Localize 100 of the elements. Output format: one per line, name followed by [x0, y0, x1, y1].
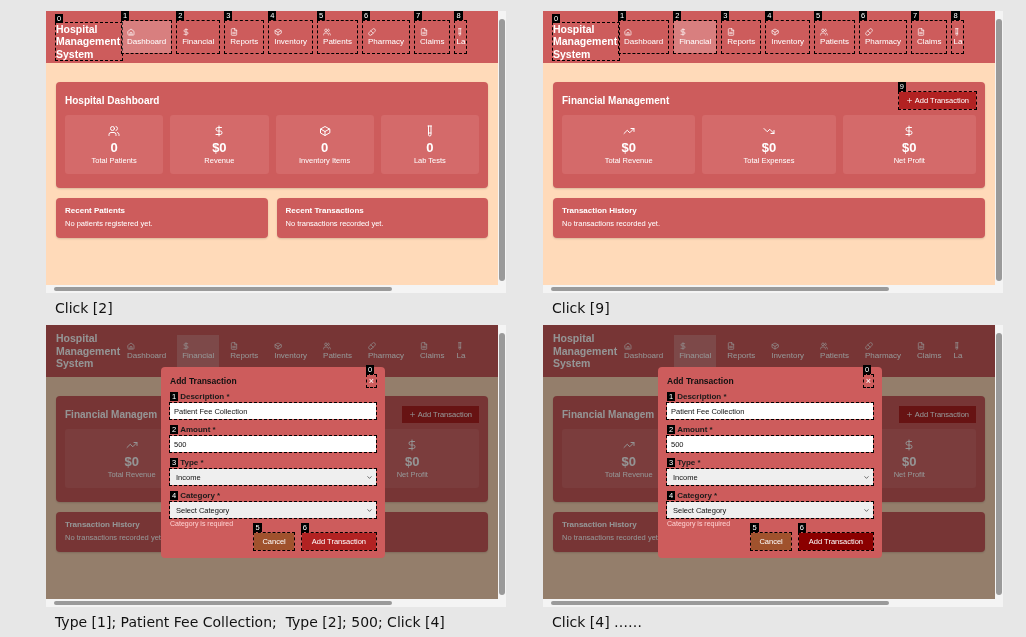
dialog-title: Add Transaction — [170, 376, 237, 386]
nav-tab[interactable]: La — [952, 335, 964, 367]
stat-value: 0 — [426, 139, 434, 155]
dollar-icon — [182, 28, 191, 36]
nav-tab[interactable]: Claims — [415, 21, 450, 53]
stat-value: $0 — [124, 453, 139, 469]
box-icon — [771, 342, 780, 350]
test-tube-icon — [953, 28, 962, 36]
nav-tab[interactable]: Pharmacy — [363, 335, 409, 367]
nav-tab[interactable]: Claims — [415, 335, 450, 367]
close-button[interactable]: × — [367, 375, 376, 387]
document-icon — [727, 342, 736, 350]
stat-value: $0 — [902, 139, 917, 155]
section-title: Financial Managem — [562, 408, 655, 420]
section-title: Financial Management — [562, 94, 670, 106]
nav-tab[interactable]: Inventory — [766, 21, 810, 53]
dollar-icon — [679, 342, 688, 350]
document-icon — [230, 342, 239, 350]
stat-value: $0 — [621, 139, 636, 155]
chevron-down-icon — [863, 506, 870, 514]
house-icon — [624, 28, 632, 36]
dollar-icon — [182, 342, 191, 350]
box-icon — [771, 28, 780, 36]
field-label: Category * — [677, 491, 718, 500]
nav-tab[interactable]: Claims — [912, 335, 947, 367]
field-label: Amount * — [677, 425, 713, 434]
field-label: Type * — [677, 458, 701, 467]
stat-value: $0 — [621, 453, 636, 469]
house-icon — [624, 342, 632, 350]
document-icon — [727, 28, 736, 36]
nav-tab[interactable]: Patients — [815, 335, 854, 367]
step-caption: Click [2] — [54, 299, 114, 318]
dollar-icon — [903, 124, 916, 137]
nav-tab[interactable]: Reports — [722, 335, 761, 367]
card-title: Transaction History — [562, 206, 637, 215]
dollar-icon — [903, 438, 916, 451]
app-title: Hospital Management System — [56, 332, 122, 370]
nav-tab[interactable]: La — [952, 21, 964, 53]
box-icon — [274, 342, 283, 350]
nav-tab[interactable]: Dashboard — [619, 21, 669, 53]
nav-tab[interactable]: La — [455, 21, 467, 53]
nav-tab[interactable]: Financial — [177, 21, 220, 53]
field-label: Description * — [180, 392, 230, 401]
dollar-icon — [213, 124, 226, 137]
chevron-down-icon — [366, 473, 373, 481]
nav-tab[interactable]: Dashboard — [122, 335, 172, 367]
nav-tab[interactable]: La — [455, 335, 467, 367]
field-label: Type * — [180, 458, 204, 467]
plus-icon — [905, 410, 913, 418]
app-title: Hospital Management System — [553, 332, 619, 370]
horizontal-scrollbar[interactable] — [543, 599, 995, 607]
field-label: Description * — [677, 392, 727, 401]
nav-tab[interactable]: Claims — [912, 21, 947, 53]
nav-tab[interactable]: Patients — [318, 335, 357, 367]
nav-tab[interactable]: Pharmacy — [860, 21, 906, 53]
horizontal-scrollbar[interactable] — [543, 285, 995, 293]
box-icon — [318, 124, 331, 137]
nav-tab[interactable]: Dashboard — [122, 21, 172, 53]
document-icon — [917, 28, 925, 36]
dollar-icon — [406, 438, 419, 451]
pill-icon — [368, 28, 376, 36]
nav-tab[interactable]: Reports — [225, 21, 264, 53]
nav-tab[interactable]: Patients — [815, 21, 854, 53]
nav-tab[interactable]: Dashboard — [619, 335, 669, 367]
vertical-scrollbar[interactable] — [995, 11, 1003, 293]
nav-tab[interactable]: Reports — [225, 335, 264, 367]
house-icon — [127, 28, 135, 36]
vertical-scrollbar[interactable] — [498, 325, 506, 607]
document-icon — [420, 342, 428, 350]
test-tube-icon — [456, 342, 465, 350]
nav-tab[interactable]: Inventory — [269, 335, 313, 367]
stat-value: $0 — [212, 139, 227, 155]
card-title: Transaction History — [65, 520, 140, 529]
nav-tab[interactable]: Inventory — [766, 335, 810, 367]
stat-value: $0 — [902, 453, 917, 469]
stat-value: $0 — [405, 453, 420, 469]
nav-tab[interactable]: Patients — [318, 21, 357, 53]
nav-tab[interactable]: Inventory — [269, 21, 313, 53]
people-icon — [820, 342, 829, 350]
nav-tab[interactable]: Reports — [722, 21, 761, 53]
pill-icon — [368, 342, 376, 350]
vertical-scrollbar[interactable] — [995, 325, 1003, 607]
vertical-scrollbar[interactable] — [498, 11, 506, 293]
people-icon — [108, 124, 121, 137]
dollar-icon — [679, 28, 688, 36]
card-title: Recent Patients — [65, 206, 126, 215]
horizontal-scrollbar[interactable] — [46, 285, 498, 293]
nav-tab[interactable]: Financial — [674, 21, 717, 53]
nav-tab[interactable]: Pharmacy — [860, 335, 906, 367]
pill-icon — [865, 342, 873, 350]
nav-tab[interactable]: Pharmacy — [363, 21, 409, 53]
step-caption: Click [9] — [551, 299, 611, 318]
stat-value: $0 — [761, 139, 777, 155]
test-tube-icon — [456, 28, 465, 36]
people-icon — [820, 28, 829, 36]
close-button[interactable]: × — [864, 375, 873, 387]
card-title: Transaction History — [562, 520, 637, 529]
horizontal-scrollbar[interactable] — [46, 599, 498, 607]
field-label: Category * — [180, 491, 221, 500]
chevron-down-icon — [863, 473, 870, 481]
